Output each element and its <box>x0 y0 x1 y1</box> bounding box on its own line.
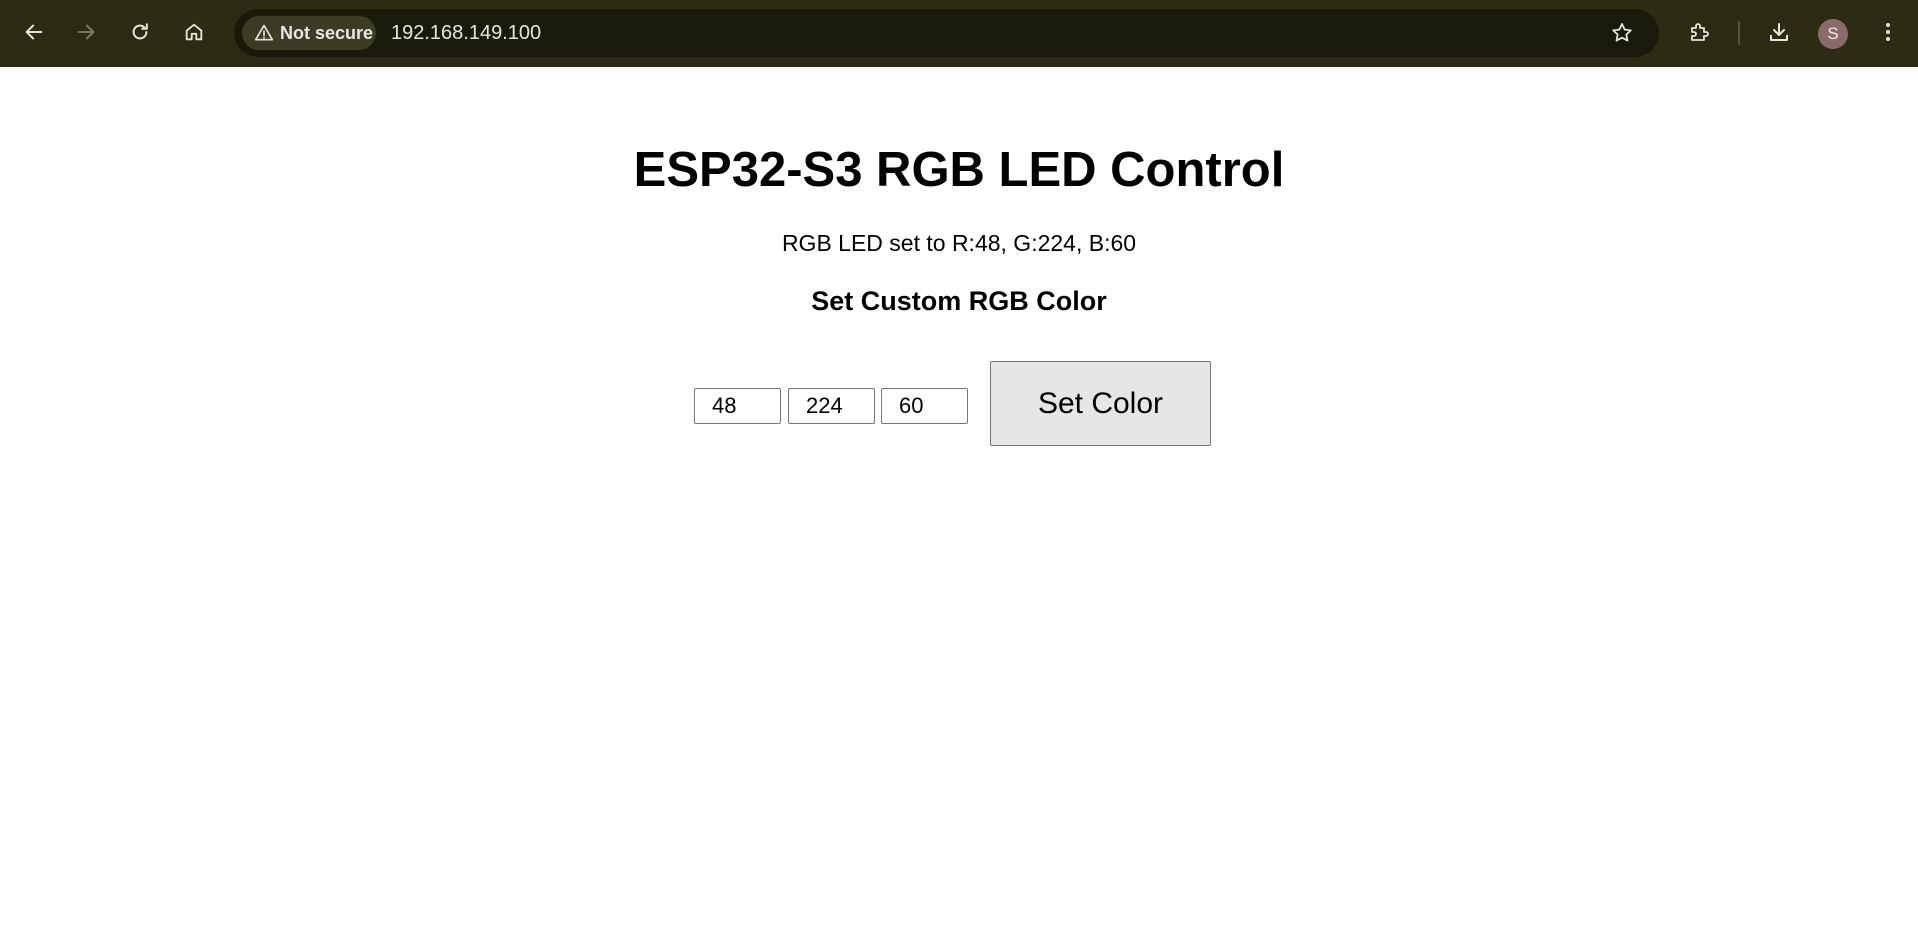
blue-value-input[interactable] <box>881 388 968 424</box>
bookmark-star-icon <box>1612 23 1632 42</box>
green-value-input[interactable] <box>788 388 875 424</box>
forward-arrow-icon <box>77 24 95 40</box>
red-value-input[interactable] <box>694 388 781 424</box>
url-text[interactable]: 192.168.149.100 <box>391 21 541 45</box>
reload-icon <box>132 23 148 40</box>
bookmark-button[interactable] <box>1602 13 1642 53</box>
set-color-button[interactable]: Set Color <box>990 361 1211 446</box>
kebab-menu-icon <box>1886 23 1890 41</box>
profile-avatar[interactable]: S <box>1818 19 1848 49</box>
security-chip-label: Not secure <box>280 22 374 43</box>
extensions-puzzle-icon <box>1691 23 1709 41</box>
forward-button[interactable] <box>64 12 108 52</box>
led-status-text: RGB LED set to R:48, G:224, B:60 <box>781 230 1137 256</box>
back-arrow-icon <box>25 24 43 40</box>
browser-toolbar: Not secure 192.168.149.100 S <box>0 0 1918 67</box>
page-title: ESP32-S3 RGB LED Control <box>633 143 1285 197</box>
home-button[interactable] <box>172 12 216 52</box>
extensions-button[interactable] <box>1678 12 1722 52</box>
back-button[interactable] <box>12 12 56 52</box>
security-chip[interactable]: Not secure <box>242 16 376 50</box>
home-icon <box>185 23 203 41</box>
reload-button[interactable] <box>118 12 162 52</box>
browser-menu-button[interactable] <box>1866 12 1910 52</box>
warning-icon <box>254 24 274 41</box>
address-bar[interactable]: Not secure 192.168.149.100 <box>234 9 1659 57</box>
toolbar-separator <box>1738 21 1740 45</box>
download-icon <box>1770 23 1788 41</box>
form-heading: Set Custom RGB Color <box>811 286 1107 316</box>
downloads-button[interactable] <box>1757 12 1801 52</box>
